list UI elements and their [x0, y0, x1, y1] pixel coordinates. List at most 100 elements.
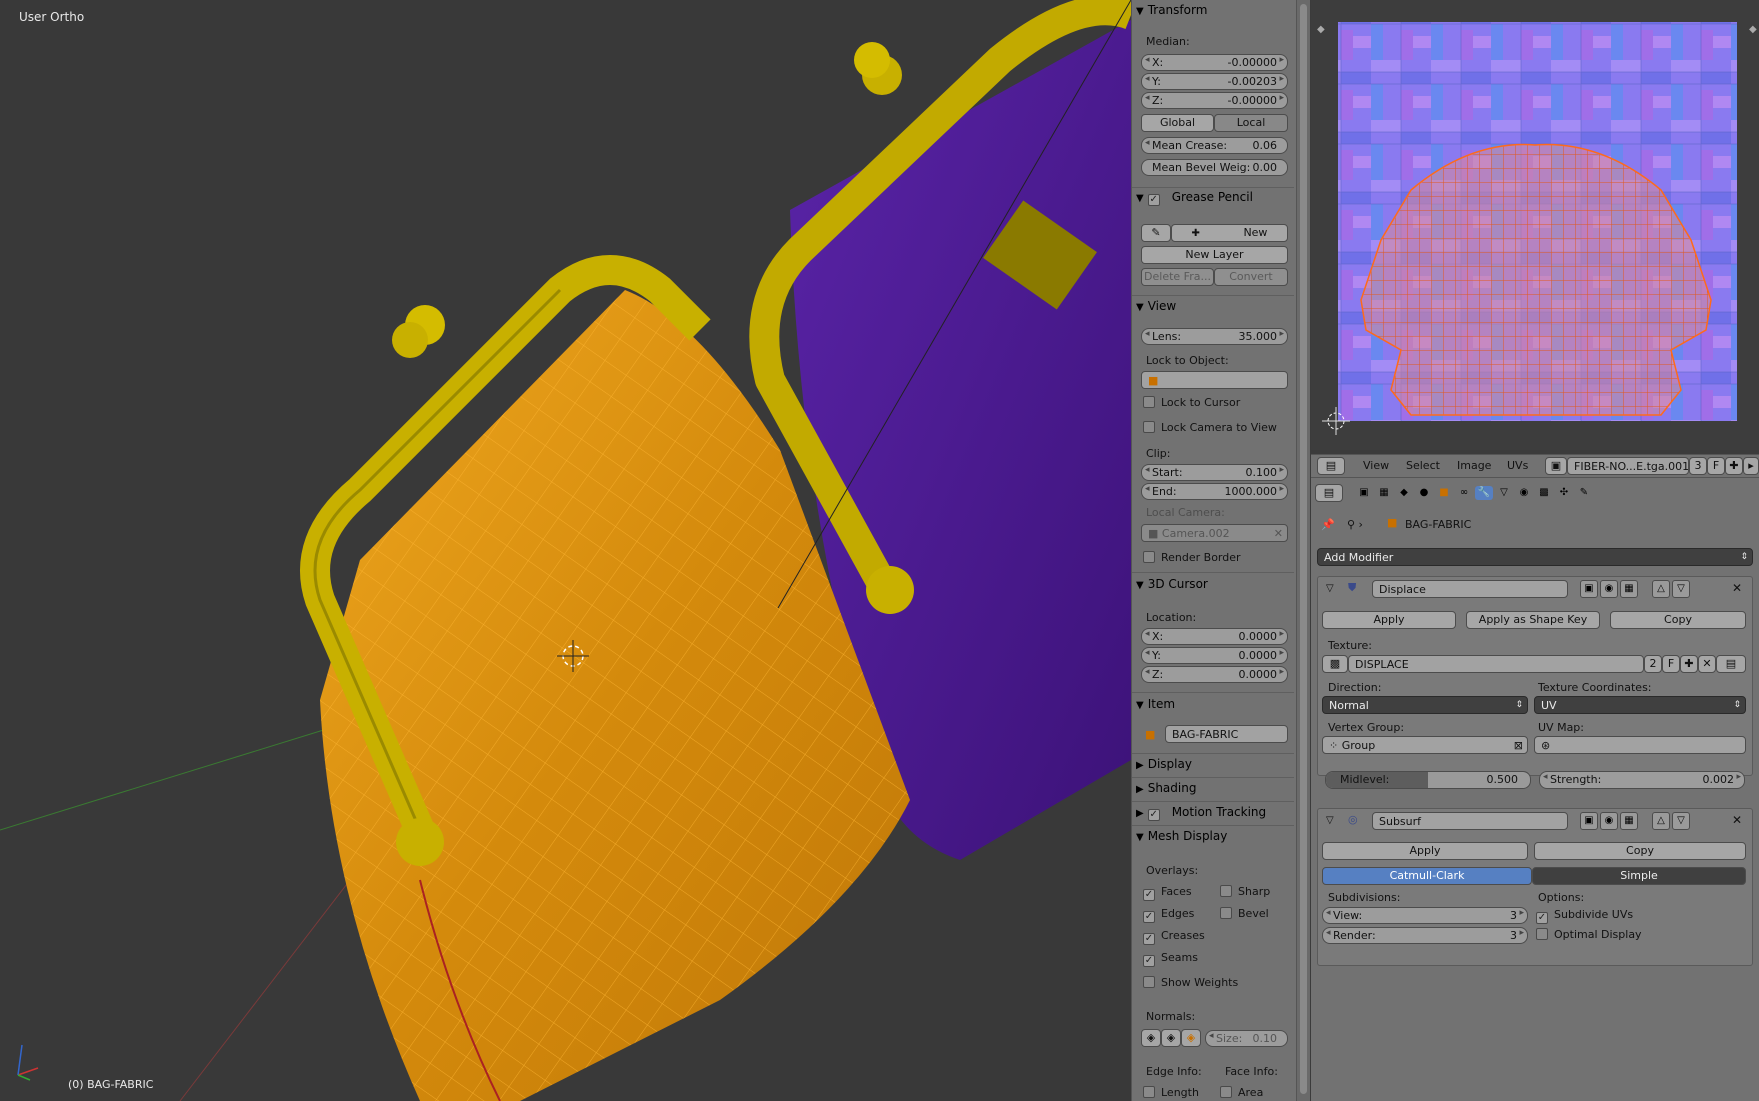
new-image-icon[interactable]: ✚	[1725, 457, 1743, 475]
open-image-icon[interactable]: ▸	[1743, 457, 1759, 475]
image-name-field[interactable]: FIBER-NO...E.tga.001	[1567, 457, 1689, 475]
clip-end-field[interactable]: ◂ End: 1000.000 ▸	[1141, 483, 1288, 500]
show-weights-checkbox[interactable]: Show Weights	[1143, 976, 1238, 989]
motion-tracking-panel-header[interactable]: ▶ ✓ Motion Tracking	[1136, 805, 1266, 821]
subsurf-render-toggle-icon[interactable]: ▣	[1580, 812, 1598, 830]
lock-to-cursor-checkbox[interactable]: Lock to Cursor	[1143, 396, 1240, 409]
properties-editor[interactable]: ▤ ▣ ▦ ◆ ● ■ ∞ 🔧 ▽ ◉ ▩ ✣ ✎ 📌 ⚲ › ■ BAG-FA…	[1311, 478, 1759, 1101]
convert-button[interactable]: Convert	[1214, 268, 1288, 286]
uv-canvas[interactable]: ◆ ◆	[1311, 0, 1759, 450]
constraints-tab-icon[interactable]: ∞	[1455, 486, 1473, 500]
menu-view[interactable]: View	[1363, 459, 1389, 472]
collapse-icon[interactable]: ▽	[1326, 583, 1334, 594]
texture-browse-icon[interactable]: ▩	[1322, 655, 1348, 673]
texture-fake-user-button[interactable]: F	[1662, 655, 1680, 673]
displace-apply-button[interactable]: Apply	[1322, 611, 1456, 629]
physics-tab-icon[interactable]: ✎	[1575, 486, 1593, 500]
subsurf-render-field[interactable]: ◂ Render: 3 ▸	[1322, 927, 1528, 944]
texture-new-icon[interactable]: ✚	[1680, 655, 1698, 673]
area-checkbox[interactable]: Area	[1220, 1086, 1263, 1099]
render-toggle-icon[interactable]: ▣	[1580, 580, 1598, 598]
lock-object-field[interactable]: ■	[1141, 371, 1288, 389]
grease-new-button[interactable]: ✚ New	[1171, 224, 1288, 242]
world-tab-icon[interactable]: ●	[1415, 486, 1433, 500]
subsurf-name-field[interactable]: Subsurf	[1372, 812, 1568, 830]
fake-user-button[interactable]: F	[1707, 457, 1725, 475]
subsurf-remove-icon[interactable]: ✕	[1732, 813, 1742, 827]
texture-tab-icon[interactable]: ▩	[1535, 486, 1553, 500]
item-name-field[interactable]: BAG-FABRIC	[1165, 725, 1288, 743]
displace-name-field[interactable]: Displace	[1372, 580, 1568, 598]
optimal-display-checkbox[interactable]: Optimal Display	[1536, 928, 1642, 941]
mean-crease-field[interactable]: ◂ Mean Crease: 0.06	[1141, 137, 1288, 154]
remove-modifier-icon[interactable]: ✕	[1732, 581, 1742, 595]
delete-frame-button[interactable]: Delete Fra...	[1141, 268, 1214, 286]
3d-viewport[interactable]: User Ortho (0) BAG-FABRIC	[0, 0, 1131, 1101]
bevel-checkbox[interactable]: Bevel	[1220, 907, 1269, 920]
image-browse-icon[interactable]: ▣	[1545, 457, 1567, 475]
local-camera-field[interactable]: ■ Camera.002 ✕	[1141, 524, 1288, 542]
subdivide-uvs-checkbox[interactable]: ✓ Subdivide UVs	[1536, 908, 1633, 924]
texture-unlink-icon[interactable]: ✕	[1698, 655, 1716, 673]
texture-users-count[interactable]: 2	[1644, 655, 1662, 673]
pin-icon[interactable]: 📌	[1321, 518, 1335, 531]
uv-map-field[interactable]: ⊛	[1534, 736, 1746, 754]
strength-field[interactable]: ◂ Strength: 0.002 ▸	[1539, 771, 1745, 789]
clear-icon[interactable]: ✕	[1274, 526, 1283, 541]
subsurf-collapse-icon[interactable]: ▽	[1326, 815, 1334, 826]
panel-scrollbar[interactable]	[1296, 0, 1310, 1101]
texture-properties-icon[interactable]: ▤	[1716, 655, 1746, 673]
sharp-checkbox[interactable]: Sharp	[1220, 885, 1270, 898]
move-down-icon[interactable]: ▽	[1672, 580, 1690, 598]
cursor-z-field[interactable]: ◂ Z: 0.0000 ▸	[1141, 666, 1288, 683]
menu-uvs[interactable]: UVs	[1507, 459, 1528, 472]
grease-pencil-checkbox[interactable]: ✓	[1147, 194, 1160, 206]
cursor-y-field[interactable]: ◂ Y: 0.0000 ▸	[1141, 647, 1288, 664]
faces-checkbox[interactable]: ✓ Faces	[1143, 885, 1192, 901]
cursor-x-field[interactable]: ◂ X: 0.0000 ▸	[1141, 628, 1288, 645]
layers-tab-icon[interactable]: ▦	[1375, 486, 1393, 500]
face-normals-icon[interactable]: ◈	[1181, 1029, 1201, 1047]
clip-start-field[interactable]: ◂ Start: 0.100 ▸	[1141, 464, 1288, 481]
data-tab-icon[interactable]: ▽	[1495, 486, 1513, 500]
move-up-icon[interactable]: △	[1652, 580, 1670, 598]
new-layer-button[interactable]: New Layer	[1141, 246, 1288, 264]
shading-panel-header[interactable]: ▶ Shading	[1136, 781, 1196, 795]
subsurf-view-field[interactable]: ◂ View: 3 ▸	[1322, 907, 1528, 924]
uv-image-editor[interactable]: ◆ ◆	[1311, 0, 1759, 450]
invert-group-icon[interactable]: ⊠	[1514, 738, 1523, 753]
loop-normals-icon[interactable]: ◈	[1161, 1029, 1181, 1047]
viewport-scene[interactable]	[0, 0, 1131, 1101]
image-users-count[interactable]: 3	[1689, 457, 1707, 475]
subsurf-apply-button[interactable]: Apply	[1322, 842, 1528, 860]
pencil-icon[interactable]: ✎	[1141, 224, 1171, 242]
vertex-group-field[interactable]: ⁘ Group ⊠	[1322, 736, 1528, 754]
vertex-normals-icon[interactable]: ◈	[1141, 1029, 1161, 1047]
texture-name-field[interactable]: DISPLACE	[1348, 655, 1644, 673]
transform-panel-header[interactable]: ▼ Transform	[1136, 3, 1207, 17]
local-button[interactable]: Local	[1214, 114, 1288, 132]
subsurf-editmode-toggle-icon[interactable]: ▦	[1620, 812, 1638, 830]
normals-size-field[interactable]: ◂ Size: 0.10	[1205, 1030, 1288, 1047]
median-x-field[interactable]: ◂ X: -0.00000 ▸	[1141, 54, 1288, 71]
add-modifier-dropdown[interactable]: Add Modifier ⇕	[1317, 548, 1753, 566]
menu-select[interactable]: Select	[1406, 459, 1440, 472]
props-editor-type-icon[interactable]: ▤	[1315, 484, 1343, 502]
median-y-field[interactable]: ◂ Y: -0.00203 ▸	[1141, 73, 1288, 90]
subsurf-copy-button[interactable]: Copy	[1534, 842, 1746, 860]
object-tab-icon[interactable]: ■	[1435, 486, 1453, 500]
direction-dropdown[interactable]: Normal ⇕	[1322, 696, 1528, 714]
global-button[interactable]: Global	[1141, 114, 1214, 132]
viewport-toggle-icon[interactable]: ◉	[1600, 580, 1618, 598]
texture-coordinates-dropdown[interactable]: UV ⇕	[1534, 696, 1746, 714]
apply-shape-key-button[interactable]: Apply as Shape Key	[1466, 611, 1600, 629]
menu-image[interactable]: Image	[1457, 459, 1491, 472]
view-panel-header[interactable]: ▼ View	[1136, 299, 1176, 313]
edges-checkbox[interactable]: ✓ Edges	[1143, 907, 1194, 923]
subsurf-viewport-toggle-icon[interactable]: ◉	[1600, 812, 1618, 830]
grease-pencil-panel-header[interactable]: ▼ ✓ Grease Pencil	[1136, 190, 1253, 206]
editor-type-icon[interactable]: ▤	[1317, 457, 1345, 475]
subsurf-move-down-icon[interactable]: ▽	[1672, 812, 1690, 830]
material-tab-icon[interactable]: ◉	[1515, 486, 1533, 500]
render-border-checkbox[interactable]: Render Border	[1143, 551, 1241, 564]
